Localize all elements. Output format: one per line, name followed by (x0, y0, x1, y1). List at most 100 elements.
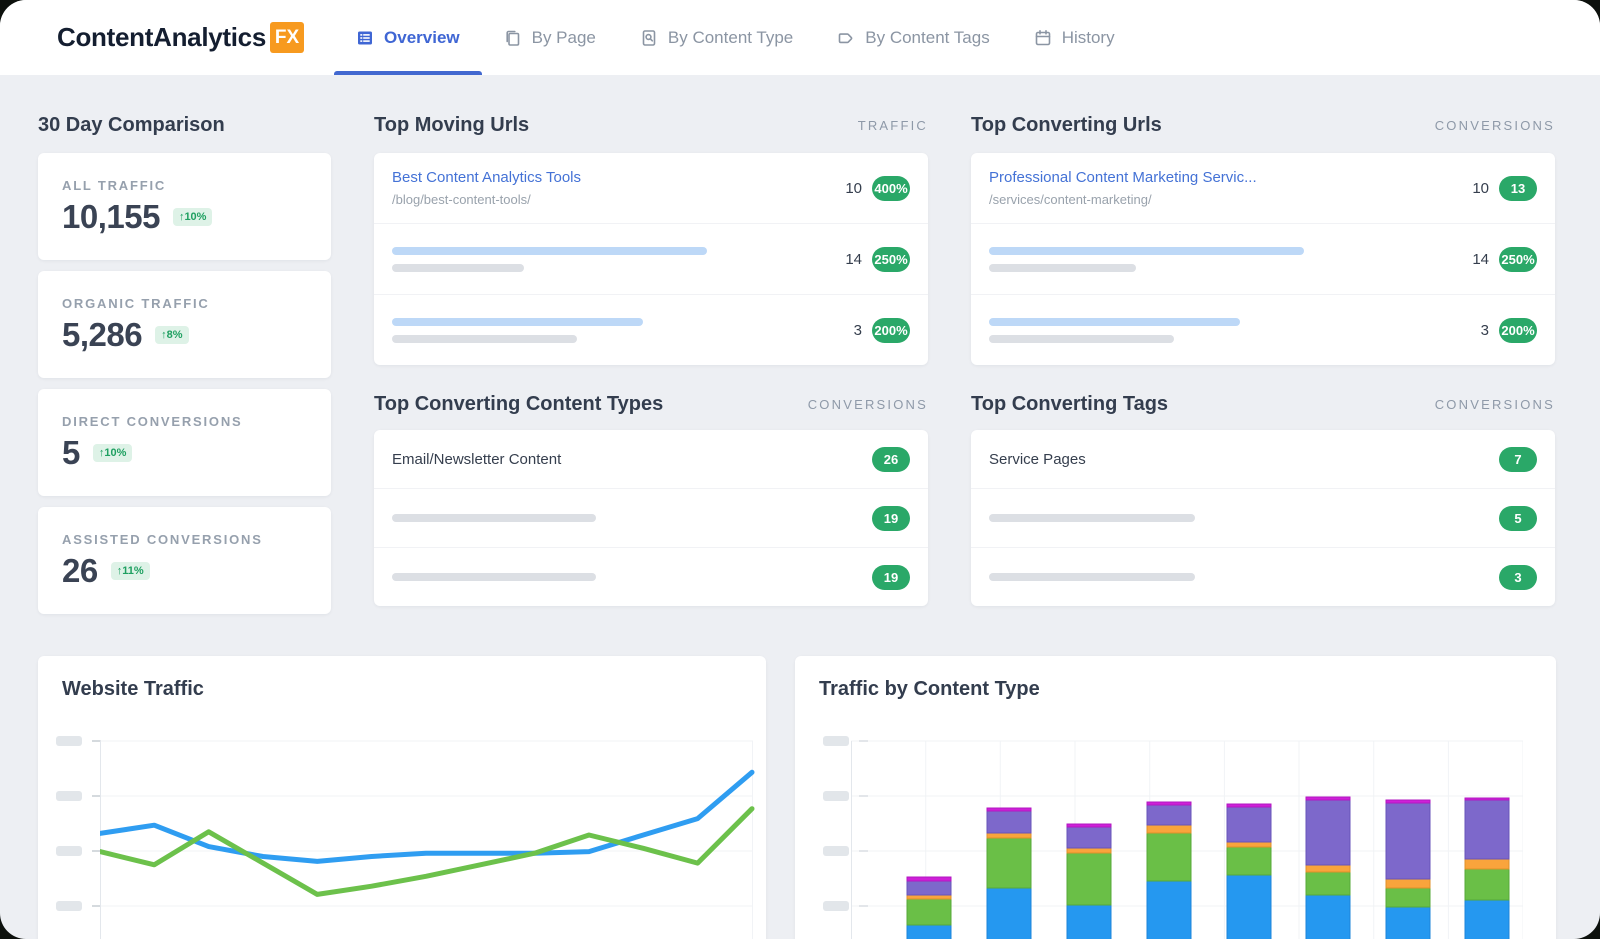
comparison-column: 30 Day Comparison ALL TRAFFIC10,155↑10%O… (38, 75, 331, 625)
content-types-header: Top Converting Content Types CONVERSIONS (374, 392, 928, 416)
green-segment (1227, 847, 1271, 875)
skeleton-bar (989, 318, 1240, 326)
charts-grid: Website Traffic Traffic by Content Type (38, 656, 1555, 939)
panel-title: Top Moving Urls (374, 114, 529, 137)
comparison-cards: ALL TRAFFIC10,155↑10%ORGANIC TRAFFIC5,28… (38, 153, 331, 614)
badge: 250% (872, 247, 910, 272)
comparison-title: 30 Day Comparison (38, 113, 331, 137)
stat-value: 26 (62, 552, 98, 590)
url-path: /blog/best-content-tools/ (392, 192, 581, 207)
list-item[interactable]: 3200% (971, 295, 1555, 365)
tab-overview[interactable]: Overview (334, 0, 482, 75)
skeleton-bar (989, 573, 1195, 581)
metric-label: CONVERSIONS (1435, 397, 1555, 412)
stat-card: ASSISTED CONVERSIONS26↑11% (38, 507, 331, 614)
url-path: /services/content-marketing/ (989, 192, 1257, 207)
main-nav: OverviewBy PageBy Content Type By Content… (334, 0, 1137, 75)
url-link[interactable]: Professional Content Marketing Servic... (989, 169, 1257, 187)
list-item[interactable]: Email/Newsletter Content26 (374, 430, 928, 489)
orange-segment (987, 833, 1031, 838)
dashboard-content: 30 Day Comparison ALL TRAFFIC10,155↑10%O… (0, 75, 1600, 939)
badge: 200% (872, 318, 910, 343)
change-badge: ↑10% (173, 208, 213, 226)
badge: 19 (872, 506, 910, 531)
blue-segment (1147, 881, 1191, 939)
item-label: Email/Newsletter Content (392, 451, 561, 468)
stacked-bar (1306, 797, 1350, 939)
stat-value: 10,155 (62, 198, 160, 236)
tab-by-content-tags[interactable]: By Content Tags (815, 0, 1011, 75)
skeleton-bar (989, 514, 1195, 522)
purple-segment (907, 881, 951, 895)
chart-title: Traffic by Content Type (819, 678, 1532, 701)
magenta-cap (1465, 798, 1509, 800)
stat-label: ASSISTED CONVERSIONS (62, 532, 307, 547)
badge: 3 (1499, 565, 1537, 590)
url-link[interactable]: Best Content Analytics Tools (392, 169, 581, 187)
tab-by-page[interactable]: By Page (482, 0, 618, 75)
stat-value: 5 (62, 434, 80, 472)
blue-segment (987, 888, 1031, 939)
logo-text: ContentAnalytics (57, 22, 266, 53)
badge: 250% (1499, 247, 1537, 272)
magenta-cap (1386, 800, 1430, 803)
list-item[interactable]: 14250% (971, 224, 1555, 295)
stat-card: ALL TRAFFIC10,155↑10% (38, 153, 331, 260)
change-badge: ↑10% (93, 444, 133, 462)
list-item[interactable]: Professional Content Marketing Servic...… (971, 153, 1555, 224)
list-item[interactable]: Best Content Analytics Tools/blog/best-c… (374, 153, 928, 224)
stat-label: ORGANIC TRAFFIC (62, 296, 307, 311)
skeleton-bar (989, 247, 1304, 255)
purple-segment (987, 811, 1031, 833)
top-moving-urls-list: Best Content Analytics Tools/blog/best-c… (374, 153, 928, 365)
orange-segment (1227, 842, 1271, 847)
stacked-bar (1465, 798, 1509, 939)
change-badge: ↑8% (155, 326, 188, 344)
list-item[interactable]: 19 (374, 489, 928, 548)
row-content (989, 573, 1195, 581)
list-item[interactable]: Service Pages7 (971, 430, 1555, 489)
magenta-cap (1147, 802, 1191, 805)
row-content (989, 247, 1304, 272)
green-segment (907, 899, 951, 925)
purple-segment (1067, 827, 1111, 848)
tab-label: By Content Tags (865, 28, 989, 48)
list-item[interactable]: 14 250% (374, 224, 928, 295)
panel-title: Top Converting Tags (971, 393, 1168, 416)
top-converting-urls-list: Professional Content Marketing Servic...… (971, 153, 1555, 365)
blue-segment (1227, 875, 1271, 939)
tab-by-content-type[interactable]: By Content Type (618, 0, 815, 75)
calendar-icon (1034, 29, 1052, 47)
top-grid: 30 Day Comparison ALL TRAFFIC10,155↑10%O… (38, 75, 1555, 625)
purple-segment (1386, 803, 1430, 879)
skeleton-bar (989, 264, 1136, 272)
badge: 200% (1499, 318, 1537, 343)
content-types-list: Email/Newsletter Content26 19 19 (374, 430, 928, 606)
purple-segment (1147, 805, 1191, 825)
list-item[interactable]: 19 (374, 548, 928, 606)
middle-column: Top Moving Urls TRAFFIC Best Content Ana… (374, 75, 928, 625)
tab-history[interactable]: History (1012, 0, 1137, 75)
list-item[interactable]: 5 (971, 489, 1555, 548)
y-axis-skeleton-label (56, 791, 101, 801)
row-content: Best Content Analytics Tools/blog/best-c… (392, 169, 581, 207)
green-segment (1465, 869, 1509, 900)
tags-header: Top Converting Tags CONVERSIONS (971, 392, 1555, 416)
row-value: 14 (845, 251, 862, 268)
metric-label: CONVERSIONS (808, 397, 928, 412)
list-item[interactable]: 3200% (374, 295, 928, 365)
purple-segment (1227, 807, 1271, 842)
app-logo: ContentAnalytics FX (57, 22, 304, 53)
list-item[interactable]: 3 (971, 548, 1555, 606)
purple-segment (1465, 800, 1509, 859)
skeleton-bar (392, 247, 707, 255)
blue-line (100, 772, 752, 861)
website-traffic-card: Website Traffic (38, 656, 766, 939)
stacked-bar (987, 808, 1031, 939)
green-segment (1386, 888, 1430, 907)
blue-segment (1067, 905, 1111, 939)
top-navigation-bar: ContentAnalytics FX OverviewBy PageBy Co… (0, 0, 1600, 75)
panel-title: Top Converting Urls (971, 114, 1162, 137)
tab-label: History (1062, 28, 1115, 48)
magenta-cap (1067, 824, 1111, 827)
